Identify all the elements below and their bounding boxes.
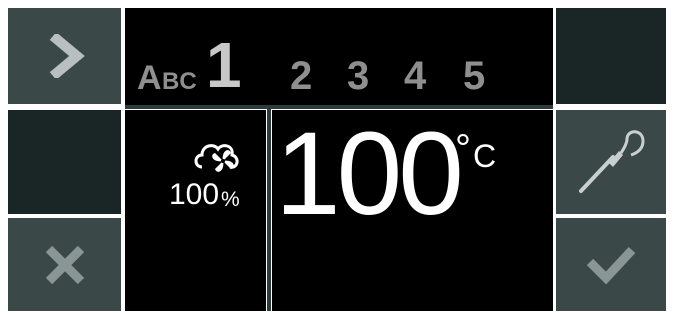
fan-speed-panel[interactable]: 100 %: [125, 110, 266, 311]
checkmark-icon: [586, 246, 636, 284]
vertical-divider: [267, 109, 271, 311]
temperature-panel[interactable]: 100 ° C: [272, 108, 553, 311]
step-4[interactable]: 4: [404, 54, 426, 99]
confirm-button[interactable]: [556, 218, 666, 311]
close-icon: [45, 245, 84, 284]
temperature-degree-symbol: °: [455, 127, 471, 171]
mode-label-bc: BC: [162, 68, 197, 95]
blank-button-left: [8, 110, 121, 214]
step-1[interactable]: 1: [206, 28, 242, 102]
fan-speed-unit: %: [221, 188, 240, 211]
cancel-button[interactable]: [8, 218, 121, 311]
blank-button-right: [556, 8, 666, 104]
program-steps-bar: A BC 1 2 3 4 5: [125, 8, 553, 106]
temperature-unit: C: [473, 138, 497, 174]
step-2[interactable]: 2: [290, 54, 312, 99]
next-button[interactable]: [8, 8, 121, 104]
temperature-value: 100: [275, 108, 464, 240]
step-5[interactable]: 5: [463, 54, 485, 99]
fan-speed-value: 100: [169, 178, 220, 211]
mode-label-a: A: [137, 59, 162, 97]
step-3[interactable]: 3: [347, 54, 369, 99]
core-probe-icon: [579, 130, 645, 193]
core-probe-button[interactable]: [556, 110, 666, 214]
chevron-right-icon: [49, 34, 85, 78]
